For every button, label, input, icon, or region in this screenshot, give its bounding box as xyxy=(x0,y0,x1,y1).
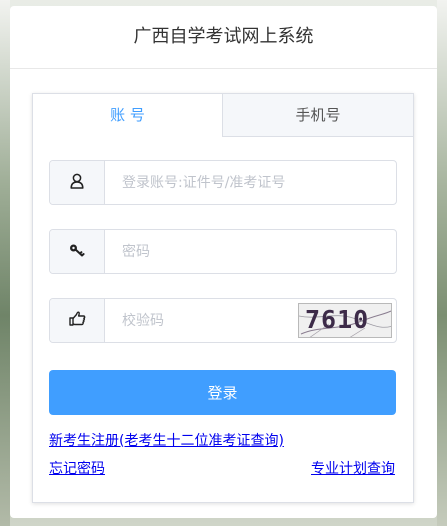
plan-query-link[interactable]: 专业计划查询 xyxy=(311,458,395,478)
tab-phone[interactable]: 手机号 xyxy=(222,94,413,137)
login-button[interactable]: 登录 xyxy=(49,370,396,415)
forgot-password-link[interactable]: 忘记密码 xyxy=(49,458,105,478)
user-icon xyxy=(70,173,84,193)
tab-account[interactable]: 账 号 xyxy=(33,94,222,137)
account-field xyxy=(49,160,397,205)
register-link[interactable]: 新考生注册(老考生十二位准考证查询) xyxy=(49,430,284,450)
hand-pointer-icon xyxy=(68,311,86,330)
background-right xyxy=(437,0,447,526)
login-tabs: 账 号 手机号 xyxy=(33,94,413,137)
captcha-text: 7610 xyxy=(305,305,370,334)
account-input[interactable] xyxy=(105,161,392,204)
password-input[interactable] xyxy=(105,230,392,273)
captcha-image[interactable]: 7610 xyxy=(298,303,392,338)
captcha-addon xyxy=(50,299,105,342)
system-title: 广西自学考试网上系统 xyxy=(10,6,437,69)
key-icon xyxy=(69,242,85,261)
login-panel: 广西自学考试网上系统 账 号 手机号 登录账号:证件号/准考证号 校验码 761… xyxy=(10,6,437,518)
password-addon xyxy=(50,230,105,273)
background-left xyxy=(0,0,10,526)
password-field xyxy=(49,229,397,274)
captcha-field: 7610 xyxy=(49,298,397,343)
login-card: 账 号 手机号 登录账号:证件号/准考证号 校验码 7610 登录 新考生注册(… xyxy=(32,93,414,503)
account-addon xyxy=(50,161,105,204)
